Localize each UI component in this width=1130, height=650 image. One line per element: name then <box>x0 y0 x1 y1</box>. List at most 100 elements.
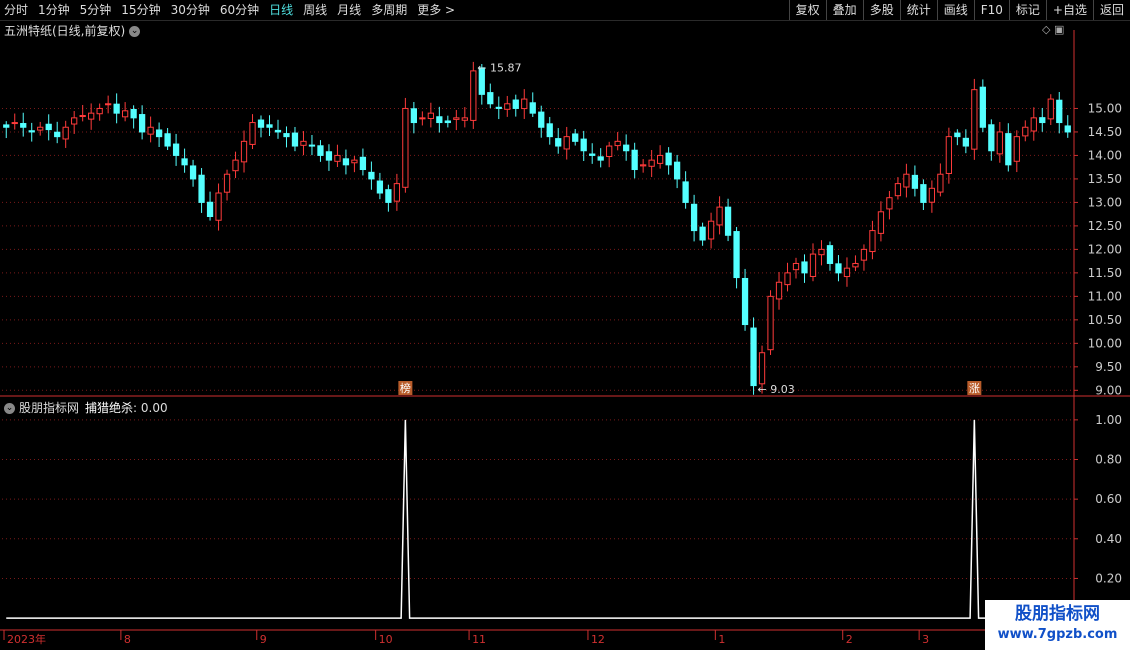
candle-body <box>232 159 239 172</box>
candle-body <box>945 136 952 174</box>
candle <box>597 148 604 168</box>
watermark-title: 股朋指标网 <box>1015 604 1100 624</box>
candle <box>470 61 477 129</box>
candle <box>138 105 146 140</box>
candle-body <box>767 295 774 351</box>
candle-body <box>894 183 902 197</box>
candle <box>402 97 409 193</box>
candle-body <box>37 126 44 131</box>
candle <box>232 151 239 179</box>
candle-body <box>954 132 961 138</box>
indicator-tick-label: 0.60 <box>1095 492 1122 506</box>
candle-body <box>342 158 350 166</box>
candle-body <box>172 143 180 156</box>
candle-body <box>359 156 367 171</box>
candle-body <box>20 123 27 128</box>
price-tick-label: 11.50 <box>1088 266 1122 280</box>
candle <box>181 148 188 173</box>
candle <box>88 103 95 130</box>
candle <box>572 129 579 146</box>
candle-body <box>1013 136 1020 162</box>
candle <box>71 111 78 134</box>
candle-body <box>733 231 740 279</box>
candle <box>580 130 587 161</box>
candle <box>427 102 434 128</box>
price-tick-label: 10.00 <box>1088 336 1122 350</box>
candle-body <box>487 92 494 105</box>
candles <box>3 61 1071 395</box>
candle <box>385 184 392 212</box>
candle <box>1005 123 1012 172</box>
candle-body <box>741 277 749 326</box>
date-tick-label: 1 <box>718 633 725 646</box>
candle <box>716 196 723 235</box>
main-grid <box>0 30 1130 630</box>
candle-body <box>45 123 52 131</box>
candle <box>54 121 61 144</box>
indicator-value: : 0.00 <box>133 401 168 415</box>
candle <box>334 144 341 167</box>
candle-body <box>597 156 604 161</box>
date-tick-label: 2 <box>846 633 853 646</box>
candle <box>342 149 350 175</box>
candle-body <box>385 189 392 203</box>
candle <box>962 129 969 154</box>
candle <box>640 159 647 173</box>
candle <box>606 141 613 168</box>
candle-body <box>538 111 545 128</box>
candle-body <box>690 203 698 232</box>
high-price-label: ← 15.87 <box>477 62 521 75</box>
candle <box>1047 94 1054 126</box>
candle-body <box>903 173 910 188</box>
candle <box>359 148 367 176</box>
candle <box>453 109 460 131</box>
price-annotations: ← 15.87 ← 9.03 <box>477 62 794 396</box>
candle-body <box>606 145 613 157</box>
candle-body <box>138 114 146 133</box>
candle-body <box>1047 98 1054 120</box>
candle-body <box>300 140 307 146</box>
candle <box>223 169 231 201</box>
candle <box>393 173 401 211</box>
candle-body <box>512 99 519 109</box>
candle-body <box>504 103 511 110</box>
candle <box>860 244 868 271</box>
candle <box>37 121 44 136</box>
candle <box>894 177 902 200</box>
candle-body <box>96 107 103 115</box>
candle <box>300 131 307 156</box>
candle <box>283 126 290 148</box>
candle <box>512 94 519 117</box>
candle <box>648 150 655 178</box>
candle-body <box>495 106 502 109</box>
candle <box>869 220 876 260</box>
candle <box>843 257 851 287</box>
indicator-tick-label: 1.00 <box>1095 413 1122 427</box>
candle-body <box>105 103 112 106</box>
price-tick-label: 14.00 <box>1088 148 1122 162</box>
candle-body <box>181 158 188 166</box>
candle <box>903 163 910 198</box>
candle-body <box>869 230 876 253</box>
candle <box>495 96 502 120</box>
candle <box>673 154 681 189</box>
candle <box>589 143 596 164</box>
candle <box>164 128 171 150</box>
date-tick-label: 2023年 <box>7 632 46 646</box>
candle <box>937 163 944 197</box>
candle-body <box>28 130 35 133</box>
candle <box>521 89 528 119</box>
candle <box>733 226 740 289</box>
candle <box>555 128 562 154</box>
chevron-down-icon[interactable]: ⌄ <box>4 403 15 414</box>
candle <box>105 95 112 114</box>
candle-body <box>529 102 536 114</box>
candle-body <box>461 117 468 121</box>
candle-body <box>444 120 451 124</box>
candle <box>122 102 129 122</box>
date-tick-label: 8 <box>124 633 131 646</box>
candle <box>665 147 672 175</box>
candle-body <box>665 152 672 166</box>
candle <box>11 113 18 130</box>
price-tick-label: 12.00 <box>1088 242 1122 256</box>
